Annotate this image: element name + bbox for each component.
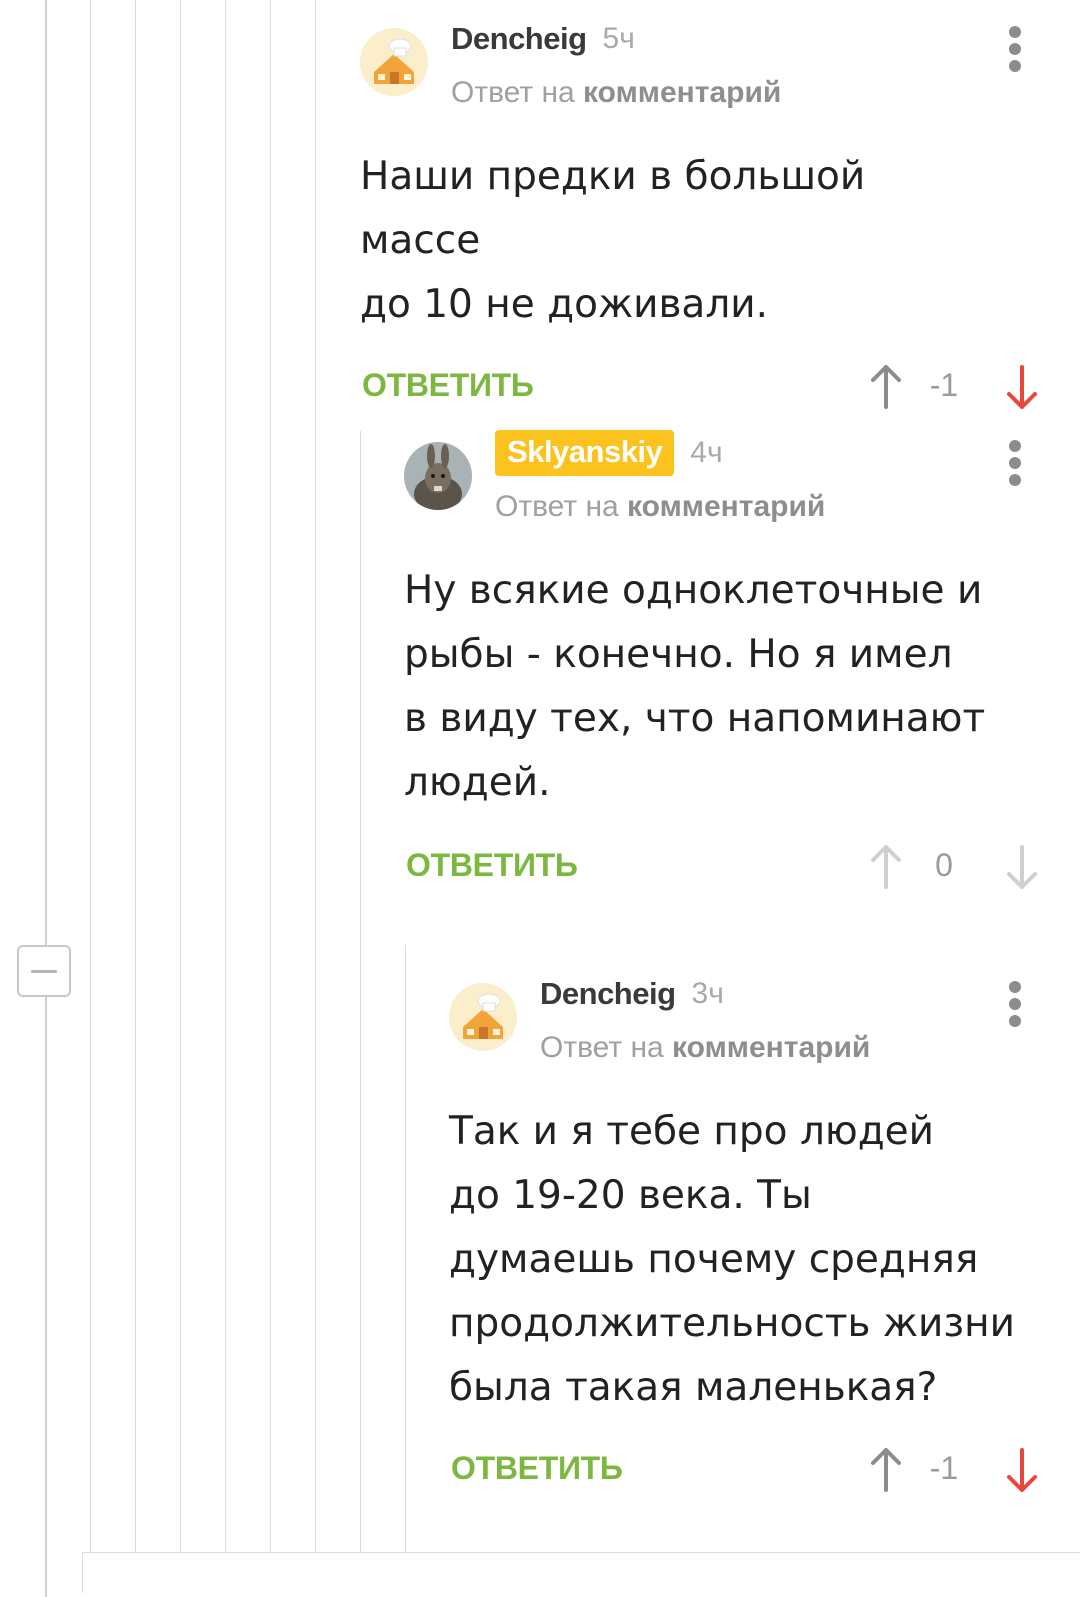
thread-line (360, 405, 361, 1578)
thread-line (225, 0, 226, 1578)
author-name[interactable]: Dencheig (451, 21, 587, 57)
rating-value: -1 (929, 367, 959, 403)
comment: Dencheig 3ч Ответ на комментарий Так и я… (449, 955, 1037, 1514)
comment-text: Ну всякие одноклеточные и рыбы - конечно… (404, 568, 986, 805)
chef-house-icon[interactable] (360, 28, 428, 96)
author-line: Sklyanskiy 4ч (495, 428, 723, 478)
reply-parent-link[interactable]: комментарий (672, 1031, 870, 1064)
arrow-down-icon[interactable] (1004, 1446, 1040, 1494)
author-line: Dencheig 3ч (540, 969, 724, 1019)
comment-footer: ОТВЕТИТЬ -1 (449, 1424, 1037, 1514)
chef-house-icon[interactable] (449, 983, 517, 1051)
thread-line-main (45, 0, 47, 945)
thread-line (180, 0, 181, 1578)
thread-line (135, 0, 136, 1578)
author-line: Dencheig 5ч (451, 14, 635, 64)
author-name[interactable]: Dencheig (540, 976, 676, 1012)
arrow-down-icon[interactable] (1004, 843, 1040, 891)
thread-line (405, 945, 406, 1578)
more-options-icon[interactable] (1000, 440, 1030, 490)
reply-prefix: Ответ на (540, 1031, 664, 1064)
arrow-up-icon[interactable] (868, 363, 904, 411)
reply-button[interactable]: ОТВЕТИТЬ (406, 847, 578, 884)
next-comment-edge (82, 1552, 1080, 1593)
arrow-down-icon[interactable] (1004, 363, 1040, 411)
reply-prefix: Ответ на (451, 76, 575, 109)
comment-header: Dencheig 5ч Ответ на комментарий (360, 0, 1032, 120)
comment-time: 3ч (691, 977, 724, 1010)
reply-to-line: Ответ на комментарий (451, 76, 781, 110)
comment-text: Наши предки в большой массе до 10 не дож… (360, 154, 866, 327)
reply-prefix: Ответ на (495, 490, 619, 523)
arrow-up-icon[interactable] (868, 843, 904, 891)
thread-line-main-lower (45, 997, 47, 1597)
reply-to-line: Ответ на комментарий (540, 1031, 870, 1065)
reply-parent-link[interactable]: комментарий (583, 76, 781, 109)
more-options-icon[interactable] (1000, 26, 1030, 76)
comment-header: Sklyanskiy 4ч Ответ на комментарий (404, 414, 1032, 534)
comment-time: 4ч (690, 436, 723, 469)
reply-button[interactable]: ОТВЕТИТЬ (451, 1450, 623, 1487)
rabbit-photo-icon[interactable] (404, 442, 472, 510)
more-options-icon[interactable] (1000, 981, 1030, 1031)
thread-line (315, 0, 316, 1578)
comment-footer: ОТВЕТИТЬ 0 (404, 821, 1037, 911)
rating-value: 0 (935, 847, 953, 883)
reply-parent-link[interactable]: комментарий (627, 490, 825, 523)
comment: Sklyanskiy 4ч Ответ на комментарий Ну вс… (404, 414, 1037, 911)
collapse-thread-button[interactable] (17, 945, 71, 997)
comment-time: 5ч (602, 22, 635, 55)
comment-text: Так и я тебе про людей до 19-20 века. Ты… (449, 1109, 1015, 1410)
reply-to-line: Ответ на комментарий (495, 490, 825, 524)
comment: Dencheig 5ч Ответ на комментарий Наши пр… (360, 0, 1037, 431)
arrow-up-icon[interactable] (868, 1446, 904, 1494)
thread-line (90, 0, 91, 1578)
rating-value: -1 (929, 1450, 959, 1486)
thread-line (270, 0, 271, 1578)
author-name[interactable]: Sklyanskiy (495, 430, 675, 476)
reply-button[interactable]: ОТВЕТИТЬ (362, 367, 534, 404)
comment-header: Dencheig 3ч Ответ на комментарий (449, 955, 1032, 1075)
